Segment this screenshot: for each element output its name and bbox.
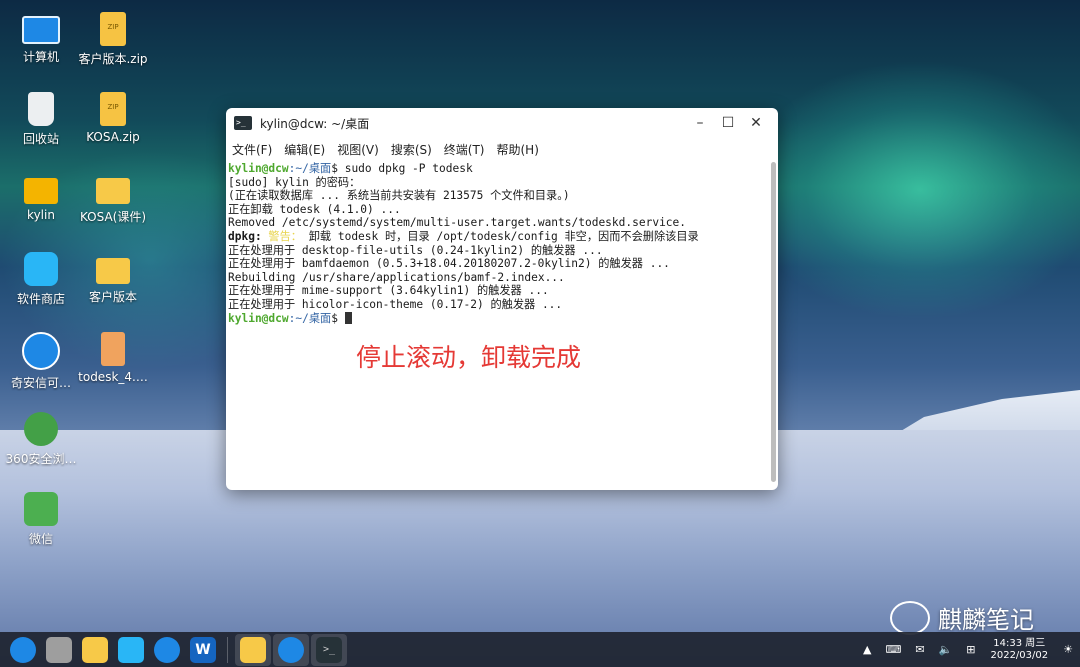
window-title: kylin@dcw: ~/桌面 xyxy=(260,116,370,131)
menu-view[interactable]: 视图(V) xyxy=(337,141,379,158)
taskbar-file-manager[interactable] xyxy=(82,636,108,663)
prompt-sign: $ xyxy=(331,311,338,325)
tray-expand-icon[interactable]: ▲ xyxy=(863,643,871,656)
network-icon[interactable]: ⊞ xyxy=(966,643,975,656)
warning-label: 警告： xyxy=(261,229,302,243)
warning-text: 卸载 todesk 时，目录 /opt/todesk/config 非空，因而不… xyxy=(302,229,699,243)
taskbar: W >_ ▲ ⌨ ✉ 🔈 ⊞ 14:33 周三 2022/03/02 ☀ xyxy=(0,632,1080,667)
prompt-path: :~/桌面 xyxy=(288,311,332,325)
folder-icon xyxy=(96,178,130,204)
output-line: Rebuilding /usr/share/applications/bamf-… xyxy=(228,270,565,284)
menu-file[interactable]: 文件(F) xyxy=(232,141,272,158)
annotation-text: 停止滚动，卸载完成 xyxy=(356,343,582,372)
terminal-scrollbar[interactable] xyxy=(771,162,776,482)
terminal-window[interactable]: >_ kylin@dcw: ~/桌面 – ☐ ✕ 文件(F) 编辑(E) 视图(… xyxy=(226,108,778,490)
menu-edit[interactable]: 编辑(E) xyxy=(284,141,325,158)
prompt-sign: $ xyxy=(331,162,338,175)
maximize-button[interactable]: ☐ xyxy=(714,115,742,131)
home-folder-icon xyxy=(24,178,58,204)
desktop-icon-client-folder[interactable]: 客户版本 xyxy=(74,252,152,305)
keyboard-icon[interactable]: ⌨ xyxy=(885,643,901,656)
taskbar-software-store[interactable] xyxy=(118,636,144,663)
trash-icon xyxy=(28,92,54,126)
terminal-output[interactable]: kylin@dcw:~/桌面$ sudo dpkg -P todesk [sud… xyxy=(226,162,768,490)
browser-icon xyxy=(278,636,304,663)
menu-help[interactable]: 帮助(H) xyxy=(497,141,539,158)
clock-time: 14:33 周三 xyxy=(993,637,1046,649)
output-line: 正在处理用于 bamfdaemon (0.5.3+18.04.20180207.… xyxy=(228,257,670,271)
system-tray: ▲ ⌨ ✉ 🔈 ⊞ 14:33 周三 2022/03/02 ☀ xyxy=(856,638,1080,662)
clock-date: 2022/03/02 xyxy=(990,649,1049,661)
watermark: 麒麟笔记 xyxy=(890,600,1034,635)
multitask-view-button[interactable] xyxy=(46,636,72,663)
command-text: sudo dpkg -P todesk xyxy=(337,162,473,175)
terminal-icon: >_ xyxy=(234,116,252,130)
desktop-icon-store[interactable]: 软件商店 xyxy=(2,252,80,307)
taskbar-browser[interactable] xyxy=(154,636,180,663)
prompt-user: kylin@dcw xyxy=(228,311,289,325)
desktop-icon-kylin[interactable]: kylin xyxy=(2,172,80,222)
desktop-icon-qax-browser[interactable]: 奇安信可… xyxy=(2,332,80,391)
clock[interactable]: 14:33 周三 2022/03/02 xyxy=(990,638,1048,662)
desktop-icon-kosa-folder[interactable]: KOSA(课件) xyxy=(74,172,152,225)
watermark-text: 麒麟笔记 xyxy=(938,606,1034,634)
browser-icon xyxy=(22,332,60,370)
volume-icon[interactable]: 🔈 xyxy=(939,643,953,656)
start-menu-button[interactable] xyxy=(10,636,36,663)
menu-bar: 文件(F) 编辑(E) 视图(V) 搜索(S) 终端(T) 帮助(H) xyxy=(226,138,778,160)
output-line: 正在处理用于 mime-support (3.64kylin1) 的触发器 ..… xyxy=(228,284,549,298)
folder-icon xyxy=(96,258,130,284)
menu-terminal[interactable]: 终端(T) xyxy=(444,141,485,158)
wechat-icon xyxy=(24,492,58,526)
output-line: 正在卸载 todesk (4.1.0) ... xyxy=(228,202,401,216)
notification-icon[interactable]: ✉ xyxy=(915,643,924,656)
text-cursor xyxy=(344,311,352,324)
prompt-user: kylin@dcw xyxy=(228,162,289,175)
desktop-icon-360-browser[interactable]: 360安全浏… xyxy=(2,412,80,467)
close-button[interactable]: ✕ xyxy=(742,115,770,131)
zip-icon xyxy=(100,92,126,126)
desktop-icon-trash[interactable]: 回收站 xyxy=(2,92,80,147)
output-line: (正在读取数据库 ... 系统当前共安装有 213575 个文件和目录。) xyxy=(228,189,570,203)
minimize-button[interactable]: – xyxy=(686,115,714,131)
menu-search[interactable]: 搜索(S) xyxy=(391,141,432,158)
zip-icon xyxy=(100,12,126,46)
prompt-line: kylin@dcw:~/桌面$ xyxy=(228,311,766,326)
aurora-glow xyxy=(740,60,1080,320)
output-line: [sudo] kylin 的密码： xyxy=(228,175,361,189)
taskbar-open-terminal[interactable]: >_ xyxy=(311,633,347,666)
taskbar-open-browser[interactable] xyxy=(273,633,309,666)
terminal-icon: >_ xyxy=(316,636,342,663)
warning-prefix: dpkg: xyxy=(228,229,262,243)
night-mode-icon[interactable]: ☀ xyxy=(1063,643,1073,656)
desktop-icon-computer[interactable]: 计算机 xyxy=(2,12,80,65)
store-icon xyxy=(24,252,58,286)
desktop-icon-wechat[interactable]: 微信 xyxy=(2,492,80,547)
prompt-path: :~/桌面 xyxy=(288,162,332,175)
desktop-icon-todesk-deb[interactable]: todesk_4.… xyxy=(74,332,152,384)
output-line: 正在处理用于 desktop-file-utils (0.24-1kylin2)… xyxy=(228,243,603,257)
taskbar-separator xyxy=(227,636,228,663)
computer-icon xyxy=(22,16,60,44)
window-titlebar[interactable]: >_ kylin@dcw: ~/桌面 – ☐ ✕ xyxy=(226,108,778,138)
desktop-icon-kosa-zip[interactable]: KOSA.zip xyxy=(74,92,152,144)
desktop-icon-client-zip[interactable]: 客户版本.zip xyxy=(74,12,152,67)
warning-line: dpkg: 警告： 卸载 todesk 时，目录 /opt/todesk/con… xyxy=(228,230,766,244)
command-line: kylin@dcw:~/桌面$ sudo dpkg -P todesk xyxy=(228,162,766,176)
output-line: 正在处理用于 hicolor-icon-theme (0.17-2) 的触发器 … xyxy=(228,297,563,311)
taskbar-open-file-manager[interactable] xyxy=(235,633,271,666)
taskbar-wps-writer[interactable]: W xyxy=(190,636,216,663)
360-browser-icon xyxy=(24,412,58,446)
deb-package-icon xyxy=(101,332,125,366)
folder-icon xyxy=(240,636,266,663)
output-line: Removed /etc/systemd/system/multi-user.t… xyxy=(228,216,687,230)
wechat-logo-icon xyxy=(890,600,930,635)
